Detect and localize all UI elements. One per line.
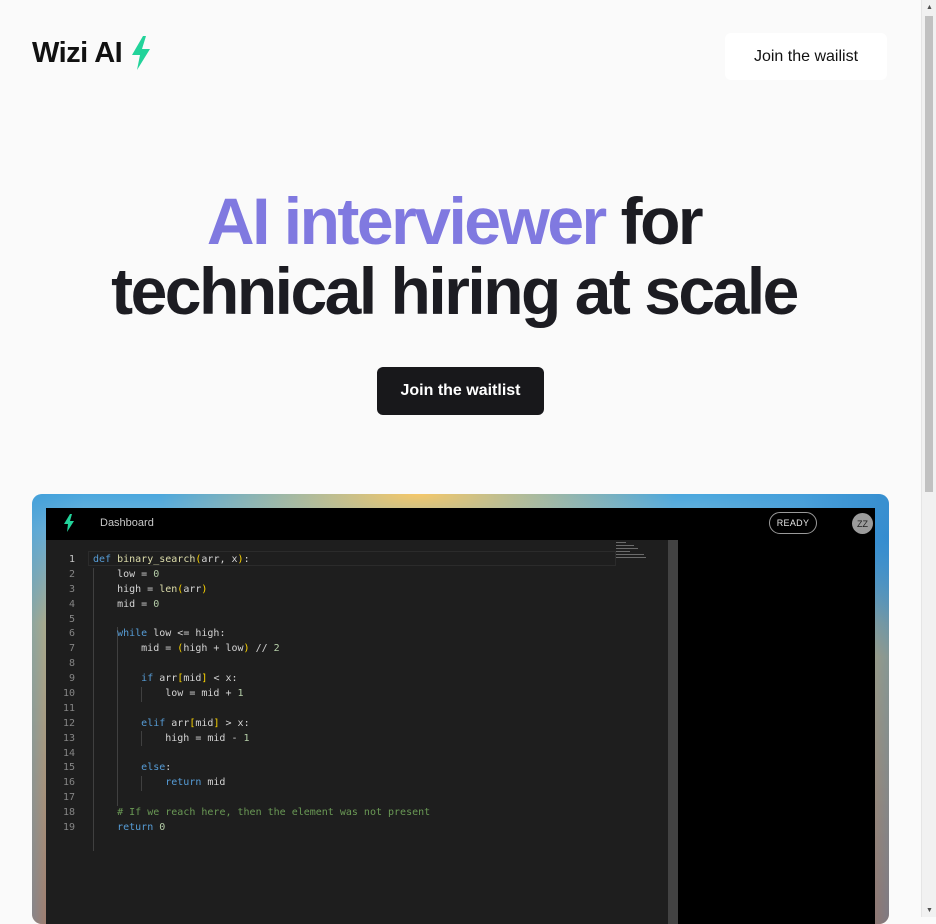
code-text: def binary_search(arr, x): — [93, 554, 250, 565]
code-text: while low <= high: — [117, 628, 226, 640]
join-waitlist-header-button[interactable]: Join the wailist — [725, 33, 887, 80]
app-preview-window: Dashboard READY ZZ 1 def binary_search(ar… — [46, 508, 875, 924]
code-text: mid = (high + low) // 2 — [93, 643, 280, 655]
line-number: 17 — [62, 792, 75, 804]
code-text: # If we reach here, then the element was… — [117, 807, 431, 819]
status-badge: READY — [769, 512, 817, 534]
app-lightning-bolt-icon — [64, 514, 74, 532]
line-number: 3 — [68, 583, 75, 595]
scroll-up-arrow-icon[interactable]: ▲ — [922, 0, 936, 14]
nav-dashboard[interactable]: Dashboard — [100, 517, 154, 529]
line-number: 11 — [62, 702, 75, 714]
logo[interactable]: Wizi AI — [32, 36, 152, 70]
hero-title-for: for — [620, 184, 704, 258]
code-text: mid = 0 — [93, 598, 160, 610]
line-number: 19 — [62, 822, 75, 834]
scroll-down-arrow-icon[interactable]: ▼ — [922, 903, 936, 917]
editor-minimap[interactable] — [616, 542, 648, 566]
app-header: Dashboard READY ZZ — [46, 508, 875, 540]
line-number: 1 — [68, 554, 75, 565]
line-number: 13 — [62, 732, 75, 744]
code-text: return mid — [165, 777, 226, 789]
hero-title-accent: AI interviewer — [206, 184, 607, 258]
line-number: 12 — [62, 717, 75, 729]
code-text: if arr[mid] < x: — [141, 673, 238, 685]
line-number: 16 — [62, 777, 75, 789]
line-number: 10 — [62, 688, 75, 700]
line-number: 18 — [62, 807, 75, 819]
join-waitlist-cta-button[interactable]: Join the waitlist — [377, 367, 544, 415]
logo-text: Wizi AI — [32, 36, 123, 69]
avatar[interactable]: ZZ — [852, 513, 873, 534]
code-text: low = 0 — [93, 568, 160, 580]
line-number: 9 — [68, 673, 75, 685]
code-text: low = mid + 1 — [93, 688, 244, 700]
line-number: 4 — [68, 598, 75, 610]
product-showcase: Dashboard READY ZZ 1 def binary_search(ar… — [32, 494, 889, 924]
code-text: elif arr[mid] > x: — [141, 717, 250, 729]
editor-scrollbar[interactable] — [668, 540, 678, 924]
code-text: return 0 — [117, 822, 166, 834]
line-number: 15 — [62, 762, 75, 774]
code-text: high = len(arr) — [93, 583, 208, 595]
lightning-bolt-icon — [132, 36, 151, 70]
code-text: high = mid - 1 — [93, 732, 250, 744]
line-number: 6 — [68, 628, 75, 640]
line-number: 7 — [68, 643, 75, 655]
line-number: 14 — [62, 747, 75, 759]
output-panel — [678, 540, 875, 924]
line-number: 2 — [68, 568, 75, 580]
page-scrollbar[interactable]: ▲ ▼ — [921, 0, 936, 917]
code-text: else: — [141, 762, 172, 774]
scrollbar-thumb[interactable] — [925, 16, 933, 492]
line-number: 5 — [68, 613, 75, 625]
line-number: 8 — [68, 658, 75, 670]
hero-title-line2: technical hiring at scale — [111, 254, 799, 328]
hero-title: AI interviewer for technical hiring at s… — [0, 186, 908, 326]
